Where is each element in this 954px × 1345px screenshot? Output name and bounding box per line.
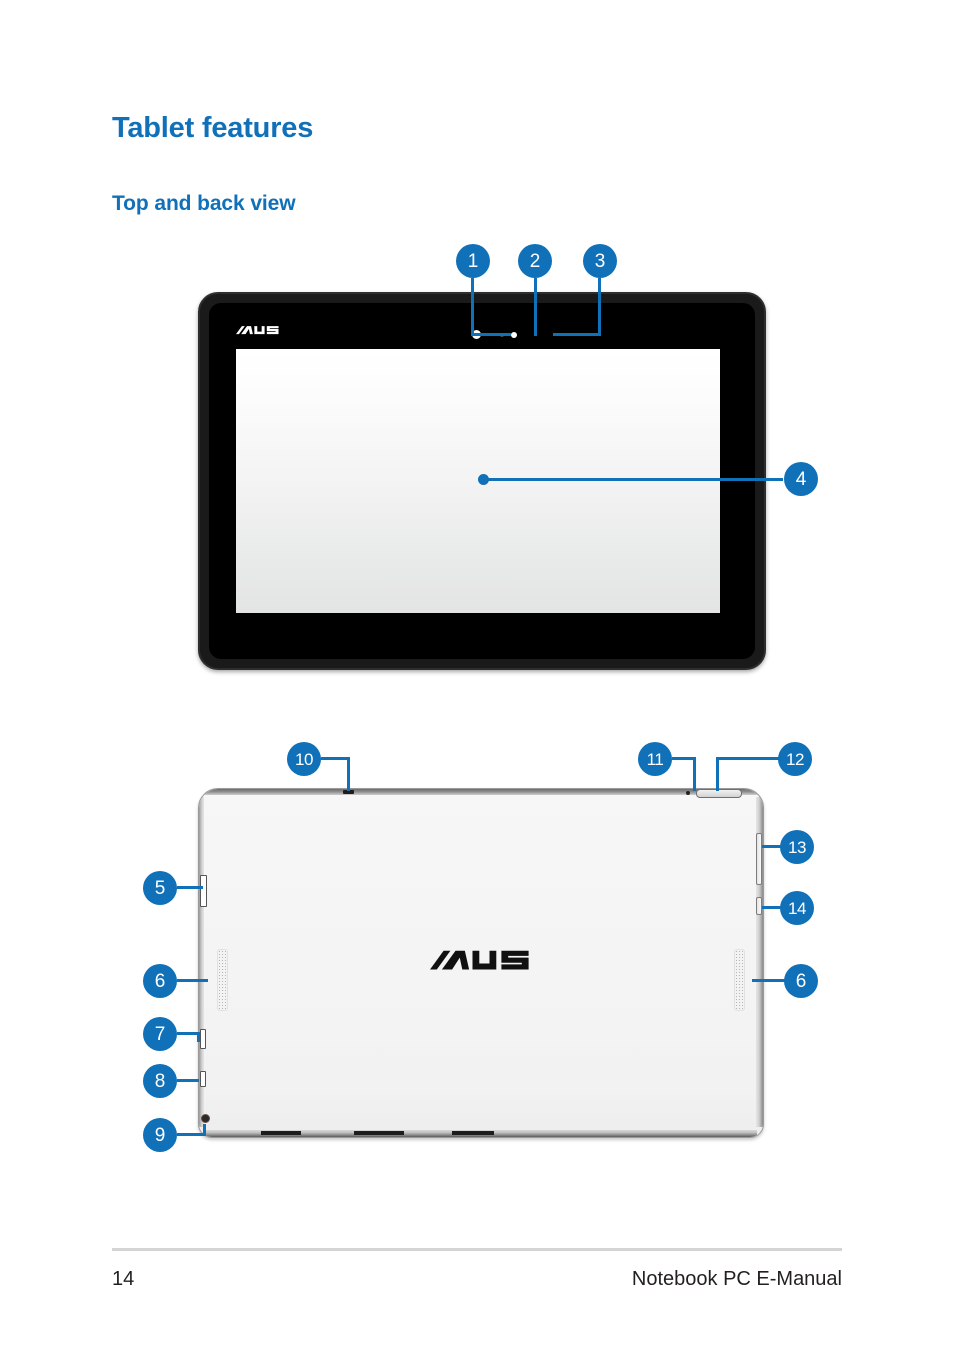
dock-segment [452, 1131, 494, 1135]
callout-leader-6-right-horizontal [752, 979, 786, 982]
footer-doc-title: Notebook PC E-Manual [631, 1268, 842, 1290]
page-title: Tablet features [112, 112, 314, 144]
asus-logo-back [430, 950, 529, 970]
callout-leader-2-vertical [534, 278, 537, 336]
callout-marker-14: 14 [780, 891, 814, 925]
callout-leader-1-vertical [471, 278, 474, 336]
callout-marker-13: 13 [780, 830, 814, 864]
callout-leader-9-vertical [203, 1124, 206, 1136]
footer-page-number: 14 [112, 1268, 135, 1290]
manual-page: Tablet features Top and back view 1 2 3 … [0, 0, 954, 1345]
dock-segment [354, 1131, 404, 1135]
asus-logo-front [236, 326, 279, 335]
indicator-dot-icon [511, 332, 517, 338]
callout-marker-10: 10 [287, 742, 321, 776]
callout-marker-8: 8 [143, 1064, 177, 1098]
callout-marker-3: 3 [583, 244, 617, 278]
left-speaker-icon [217, 949, 228, 1011]
tablet-top-edge [199, 789, 763, 795]
left-micro-slot-icon [200, 1029, 206, 1049]
callout-marker-6-right: 6 [784, 964, 818, 998]
callout-leader-3-horizontal [553, 333, 601, 336]
callout-leader-11-vertical [693, 757, 696, 791]
section-subtitle: Top and back view [112, 192, 296, 215]
callout-marker-6-left: 6 [143, 964, 177, 998]
volume-button-icon [756, 833, 762, 885]
callout-marker-11: 11 [638, 742, 672, 776]
callout-leader-7-vertical [197, 1032, 200, 1042]
dock-segment [261, 1131, 301, 1135]
callout-leader-9-horizontal [177, 1133, 206, 1136]
left-card-slot-icon [200, 875, 207, 907]
right-speaker-icon [734, 949, 745, 1011]
callout-leader-10-horizontal [321, 757, 350, 760]
callout-leader-1-horizontal [471, 333, 511, 336]
callout-leader-10-vertical [347, 757, 350, 791]
tablet-back-view-illustration [198, 788, 764, 1138]
callout-marker-2: 2 [518, 244, 552, 278]
audio-jack-icon [201, 1114, 210, 1123]
callout-leader-8-horizontal [177, 1079, 199, 1082]
callout-marker-7: 7 [143, 1017, 177, 1051]
left-port-icon [200, 1071, 206, 1087]
callout-leader-4-horizontal [487, 478, 783, 481]
callout-leader-12-vertical [716, 757, 719, 791]
callout-leader-7-horizontal [177, 1032, 199, 1035]
callout-leader-12-horizontal [716, 757, 780, 760]
rear-camera-pin-icon [686, 791, 690, 795]
callout-marker-12: 12 [778, 742, 812, 776]
callout-marker-1: 1 [456, 244, 490, 278]
callout-marker-5: 5 [143, 871, 177, 905]
top-button-icon [696, 789, 742, 798]
footer-divider [112, 1248, 842, 1251]
callout-leader-5-horizontal [177, 886, 203, 889]
callout-marker-4: 4 [784, 462, 818, 496]
callout-leader-6-left-horizontal [177, 979, 208, 982]
callout-anchor-dot-4 [478, 474, 489, 485]
callout-marker-9: 9 [143, 1118, 177, 1152]
callout-leader-3-vertical [598, 278, 601, 336]
